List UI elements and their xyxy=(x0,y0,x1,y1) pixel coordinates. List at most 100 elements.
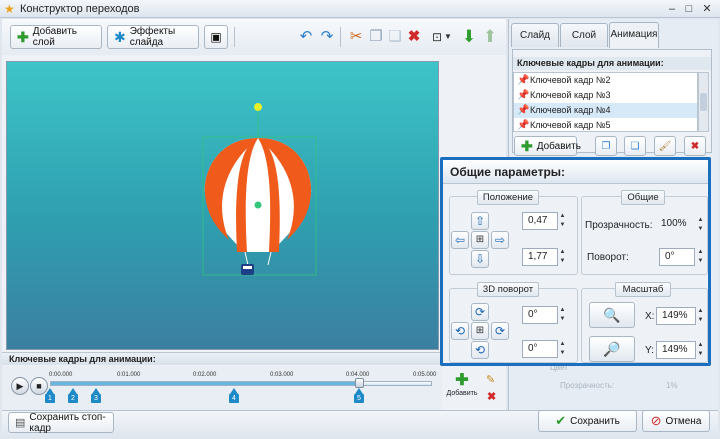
cancel-label: Отмена xyxy=(665,415,702,427)
add-layer-button[interactable]: ✚ Добавить слой xyxy=(10,25,102,49)
list-item[interactable]: 📌 Ключевой кадр №4 xyxy=(514,103,697,118)
move-right-button[interactable]: ⇨ xyxy=(491,231,509,249)
save-label: Сохранить xyxy=(570,415,620,427)
rotation-field[interactable]: 0° xyxy=(659,248,695,266)
opacity-field[interactable]: 100% xyxy=(661,216,695,234)
undo-icon[interactable]: ↶ xyxy=(295,25,317,49)
paste-icon: ❏ xyxy=(630,140,640,152)
brush-button[interactable]: 🖌 xyxy=(654,136,676,156)
tab-slide[interactable]: Слайд xyxy=(511,23,559,47)
play-button[interactable]: ▶ xyxy=(11,377,29,395)
scale-y-field[interactable]: 149% xyxy=(656,341,696,359)
move-left-button[interactable]: ⇦ xyxy=(451,231,469,249)
save-button[interactable]: ✔ Сохранить xyxy=(538,410,637,432)
save-frame-label: Сохранить стоп-кадр xyxy=(29,411,106,434)
keyframe-marker[interactable]: 3 xyxy=(91,388,101,403)
rotate-x-up-button[interactable]: ⟳ xyxy=(471,303,489,321)
rotation3d-y-stepper[interactable]: ▲ ▼ xyxy=(558,340,567,358)
paste-keyframe-button[interactable]: ❏ xyxy=(624,136,646,156)
list-item[interactable]: 📌 Ключевой кадр №2 xyxy=(514,73,697,88)
keyframe-list[interactable]: 📌 Ключевой кадр №2 📌 Ключевой кадр №3 📌 Клю… xyxy=(513,72,698,132)
remove-keyframe-icon[interactable]: ✖ xyxy=(487,390,496,403)
rotation3d-x-stepper[interactable]: ▲ ▼ xyxy=(558,306,567,324)
maximize-button[interactable]: □ xyxy=(681,2,697,16)
pin-icon: 📌 xyxy=(517,105,530,116)
edit-icon[interactable]: ✎ xyxy=(486,373,495,386)
timeline-add-button[interactable]: ✚ Добавить xyxy=(446,372,478,402)
rotate-y-right-button[interactable]: ⟳ xyxy=(491,322,509,340)
check-icon: ✔ xyxy=(555,413,567,428)
minimize-button[interactable]: – xyxy=(664,2,680,16)
scale-x-stepper[interactable]: ▲ ▼ xyxy=(696,307,705,325)
rotate-x-down-button[interactable]: ⟲ xyxy=(471,341,489,359)
stop-icon: ■ xyxy=(36,381,42,391)
copy-keyframe-button[interactable]: ❐ xyxy=(595,136,617,156)
position-y-field[interactable]: 1,77 xyxy=(522,248,558,266)
tick-label: 0:03.000 xyxy=(270,372,294,378)
rotation3d-label: 3D поворот xyxy=(477,282,539,297)
timeline-track[interactable] xyxy=(50,381,432,386)
sparkle-icon: ✱ xyxy=(114,29,126,45)
tab-animation[interactable]: Анимация xyxy=(609,22,659,48)
rotate-y-left-button[interactable]: ⟲ xyxy=(451,322,469,340)
close-window-button[interactable]: ✕ xyxy=(699,2,715,16)
scale-y-stepper[interactable]: ▲ ▼ xyxy=(696,341,705,359)
move-up-button[interactable]: ⇧ xyxy=(471,212,489,230)
move-up-icon[interactable]: ⬆ xyxy=(479,25,501,49)
window-titlebar: ★ Конструктор переходов – □ ✕ xyxy=(0,0,720,18)
move-down-icon[interactable]: ⬇ xyxy=(458,25,480,49)
rotation3d-y-field[interactable]: 0° xyxy=(522,340,558,358)
zoom-out-icon: 🔎 xyxy=(603,341,621,357)
list-item[interactable]: 📌 Ключевой кадр №5 xyxy=(514,118,697,133)
zoom-in-button[interactable]: 🔍 xyxy=(589,302,635,328)
rotation-stepper[interactable]: ▲ ▼ xyxy=(696,248,705,266)
position-y-stepper[interactable]: ▲ ▼ xyxy=(558,248,567,266)
slide-effects-button[interactable]: ✱ Эффекты слайда xyxy=(107,25,199,49)
move-down-button[interactable]: ⇩ xyxy=(471,250,489,268)
delete-icon: ✖ xyxy=(690,140,700,152)
position-x-field[interactable]: 0,47 xyxy=(522,212,558,230)
keyframe-marker[interactable]: 2 xyxy=(68,388,78,403)
tick-label: 0:05.000 xyxy=(413,372,437,378)
save-frame-button[interactable]: ▤ Сохранить стоп-кадр xyxy=(8,411,114,434)
zoom-out-button[interactable]: 🔎 xyxy=(589,336,635,362)
play-icon: ▶ xyxy=(16,381,24,391)
scale-x-field[interactable]: 149% xyxy=(656,307,696,325)
cancel-button[interactable]: ⊘ Отмена xyxy=(642,410,710,432)
cancel-icon: ⊘ xyxy=(650,413,662,428)
add-keyframe-button[interactable]: ✚ Добавить xyxy=(514,136,581,156)
video-icon: ▣ xyxy=(210,30,222,44)
general-params-popup: Общие параметры: Положение ⇧ ⇦ ⊞ ⇨ ⇩ 0,4… xyxy=(440,157,711,366)
reset-3d-button[interactable]: ⊞ xyxy=(471,322,489,340)
keyframe-marker[interactable]: 4 xyxy=(229,388,239,403)
opacity-label: Прозрачность: xyxy=(585,220,653,231)
pin-icon: 📌 xyxy=(517,120,530,131)
keyframe-marker[interactable]: 1 xyxy=(45,388,55,403)
delete-icon[interactable]: ✖ xyxy=(403,25,425,49)
list-item[interactable]: 📌 Ключевой кадр №3 xyxy=(514,88,697,103)
keyframe-marker[interactable]: 5 xyxy=(354,388,364,403)
window-title: Конструктор переходов xyxy=(20,3,140,15)
tab-layer[interactable]: Слой xyxy=(560,23,608,47)
plus-icon: ✚ xyxy=(455,372,469,389)
tick-label: 0:00.000 xyxy=(49,372,73,378)
behind-opacity-value: 1% xyxy=(666,381,678,390)
tick-label: 0:02.000 xyxy=(193,372,217,378)
video-button[interactable]: ▣ xyxy=(204,25,228,49)
position-x-stepper[interactable]: ▲ ▼ xyxy=(558,212,567,230)
timeline-label: Ключевые кадры для анимации: xyxy=(9,354,156,364)
balloon-layer[interactable] xyxy=(7,62,438,349)
playhead-handle[interactable] xyxy=(355,378,364,388)
dropdown-icon[interactable]: ▼ xyxy=(442,25,454,49)
opacity-stepper[interactable]: ▲ ▼ xyxy=(696,216,705,234)
delete-keyframe-button[interactable]: ✖ xyxy=(684,136,706,156)
toolbar-separator xyxy=(234,27,235,47)
cut-icon[interactable]: ✂ xyxy=(345,25,367,49)
timeline-add-label: Добавить xyxy=(446,390,478,397)
redo-icon[interactable]: ↷ xyxy=(316,25,338,49)
center-button[interactable]: ⊞ xyxy=(471,231,489,249)
rotation-label: Поворот: xyxy=(587,252,629,263)
rotation3d-x-field[interactable]: 0° xyxy=(522,306,558,324)
slide-canvas[interactable] xyxy=(6,61,439,350)
keyframe-list-scrollbar[interactable] xyxy=(698,72,709,132)
